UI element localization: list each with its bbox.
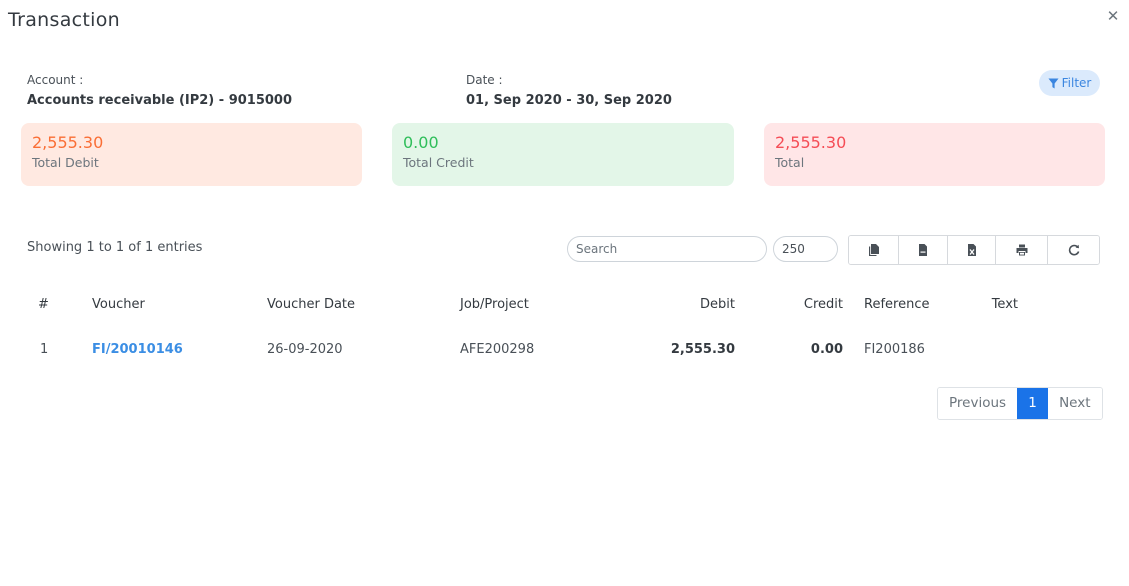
search-input[interactable]: [567, 236, 767, 262]
column-header-voucher-date[interactable]: Voucher Date: [267, 283, 460, 325]
refresh-icon: [1068, 244, 1079, 256]
next-page-button[interactable]: Next: [1048, 388, 1102, 419]
total-label: Total: [775, 155, 805, 170]
excel-button[interactable]: [948, 236, 996, 264]
cell-text: [951, 325, 1061, 373]
column-header-number[interactable]: #: [21, 283, 92, 325]
filter-icon: [1048, 77, 1059, 89]
previous-page-button[interactable]: Previous: [938, 388, 1018, 419]
entries-info: Showing 1 to 1 of 1 entries: [27, 240, 203, 255]
cell-reference: FI200186: [864, 341, 925, 357]
account-label: Account :: [27, 73, 84, 87]
modal-title: Transaction: [8, 9, 120, 31]
cell-voucher-date: 26-09-2020: [267, 341, 343, 357]
table-header-row: # Voucher Voucher Date Job/Project Debit…: [21, 283, 1061, 325]
csv-button[interactable]: [899, 236, 948, 264]
column-header-voucher[interactable]: Voucher: [92, 283, 267, 325]
date-value: 01, Sep 2020 - 30, Sep 2020: [466, 93, 672, 108]
total-value: 2,555.30: [775, 133, 847, 152]
total-credit-card: 0.00 Total Credit: [392, 123, 734, 186]
total-debit-value: 2,555.30: [32, 133, 104, 152]
date-label: Date :: [466, 73, 503, 87]
page-length-select[interactable]: 250: [773, 236, 838, 262]
filter-label: Filter: [1061, 76, 1092, 90]
cell-number: 1: [40, 341, 49, 357]
filter-button[interactable]: Filter: [1039, 70, 1100, 96]
cell-job-project: AFE200298: [460, 341, 535, 357]
cell-voucher: FI/20010146: [92, 325, 267, 373]
total-debit-label: Total Debit: [32, 155, 99, 170]
transactions-table: # Voucher Voucher Date Job/Project Debit…: [21, 283, 1061, 373]
cell-debit: 2,555.30: [670, 341, 735, 357]
table-row: 1 FI/20010146 26-09-2020 AFE200298 2,555…: [21, 325, 1061, 373]
account-info: Account : Accounts receivable (IP2) - 90…: [27, 73, 292, 108]
close-icon[interactable]: ✕: [1106, 8, 1120, 24]
pagination: Previous 1 Next: [937, 387, 1103, 420]
csv-file-icon: [919, 244, 927, 256]
copy-icon: [868, 244, 879, 256]
refresh-button[interactable]: [1048, 236, 1099, 264]
total-credit-label: Total Credit: [403, 155, 474, 170]
column-header-text[interactable]: Text: [951, 283, 1061, 325]
cell-credit: 0.00: [810, 341, 843, 357]
print-icon: [1016, 244, 1027, 256]
column-header-reference[interactable]: Reference: [843, 283, 951, 325]
print-button[interactable]: [996, 236, 1048, 264]
column-header-job-project[interactable]: Job/Project: [460, 283, 610, 325]
copy-button[interactable]: [849, 236, 899, 264]
total-credit-value: 0.00: [403, 133, 439, 152]
page-1-button[interactable]: 1: [1017, 388, 1049, 419]
total-debit-card: 2,555.30 Total Debit: [21, 123, 362, 186]
date-info: Date : 01, Sep 2020 - 30, Sep 2020: [466, 73, 672, 108]
total-card: 2,555.30 Total: [764, 123, 1105, 186]
column-header-debit[interactable]: Debit: [610, 283, 735, 325]
column-header-credit[interactable]: Credit: [735, 283, 843, 325]
account-value: Accounts receivable (IP2) - 9015000: [27, 93, 293, 108]
export-button-group: [848, 235, 1100, 265]
excel-file-icon: [967, 244, 976, 256]
voucher-link[interactable]: FI/20010146: [92, 342, 183, 357]
